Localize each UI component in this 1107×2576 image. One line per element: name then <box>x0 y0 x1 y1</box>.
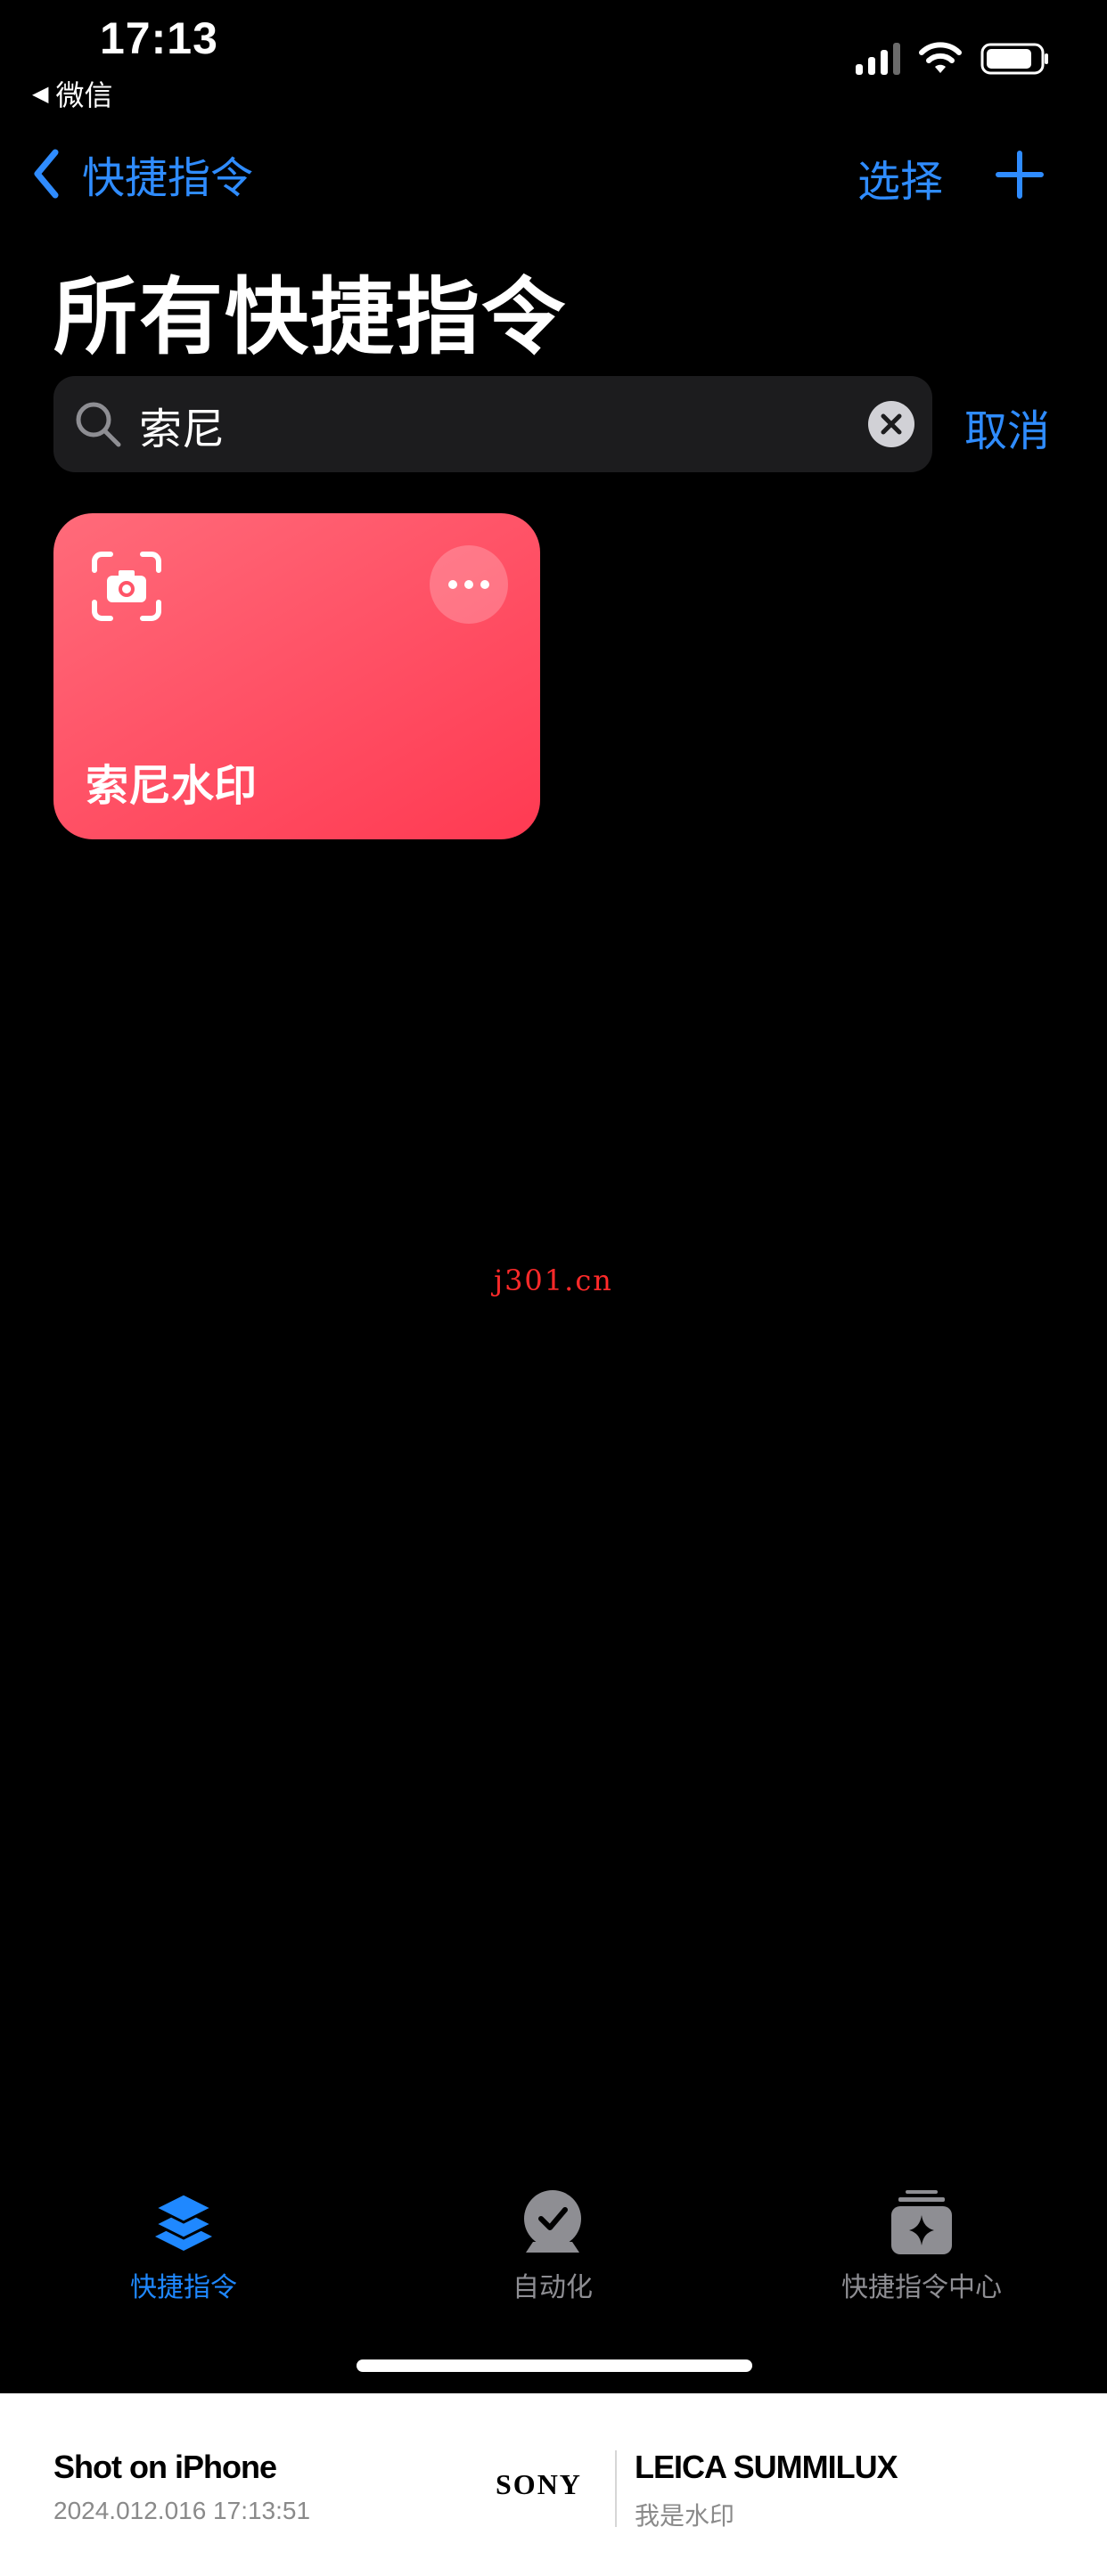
battery-icon <box>980 43 1048 75</box>
lens-subtitle: 我是水印 <box>635 2501 735 2531</box>
cellular-signal-icon <box>856 43 900 75</box>
shortcut-card[interactable]: 索尼水印 <box>53 513 540 839</box>
search-input[interactable] <box>137 392 854 458</box>
gallery-sparkle-icon <box>891 2190 952 2254</box>
nav-back-button[interactable]: 快捷指令 <box>32 143 253 205</box>
search-field[interactable] <box>53 376 932 472</box>
tab-label: 快捷指令中心 <box>841 2272 1002 2303</box>
shot-datetime: 2024.012.016 17:13:51 <box>53 2497 311 2524</box>
stack-icon <box>152 2192 216 2251</box>
tab-gallery[interactable]: 快捷指令中心 <box>806 2187 1037 2304</box>
nav-back-label: 快捷指令 <box>82 153 254 203</box>
lens-title: LEICA SUMMILUX <box>635 2449 898 2485</box>
tab-automation[interactable]: 自动化 <box>437 2187 668 2304</box>
cancel-button[interactable]: 取消 <box>964 396 1050 458</box>
clear-icon[interactable] <box>868 401 914 447</box>
back-app-label: 微信 <box>55 78 113 112</box>
more-dot-icon <box>480 580 489 589</box>
more-dot-icon <box>464 580 473 589</box>
tab-shortcuts[interactable]: 快捷指令 <box>68 2187 299 2304</box>
clock-check-icon <box>524 2190 581 2253</box>
watermark-text: j301.cn <box>494 1263 613 1297</box>
more-options-button[interactable] <box>430 545 508 624</box>
camera-viewfinder-icon <box>92 552 161 621</box>
divider <box>615 2450 617 2527</box>
home-indicator[interactable] <box>357 2359 752 2372</box>
chevron-left-icon <box>34 149 59 199</box>
page-title: 所有快捷指令 <box>53 269 568 366</box>
back-triangle-icon: ◀ <box>32 81 49 106</box>
back-to-app[interactable]: ◀ 微信 <box>32 73 112 114</box>
shot-on-text: Shot on iPhone <box>53 2449 277 2485</box>
shortcut-label: 索尼水印 <box>86 761 258 811</box>
wifi-icon <box>919 42 962 73</box>
brand-logo: SONY <box>496 2468 582 2500</box>
select-button[interactable]: 选择 <box>857 146 943 209</box>
search-icon <box>76 402 121 447</box>
photo-watermark-bar: Shot on iPhone 2024.012.016 17:13:51 SON… <box>0 2393 1107 2576</box>
status-time: 17:13 <box>100 13 218 63</box>
more-dot-icon <box>448 580 457 589</box>
tab-label: 自动化 <box>512 2272 593 2303</box>
plus-icon[interactable] <box>995 150 1045 200</box>
tab-label: 快捷指令 <box>130 2272 237 2303</box>
